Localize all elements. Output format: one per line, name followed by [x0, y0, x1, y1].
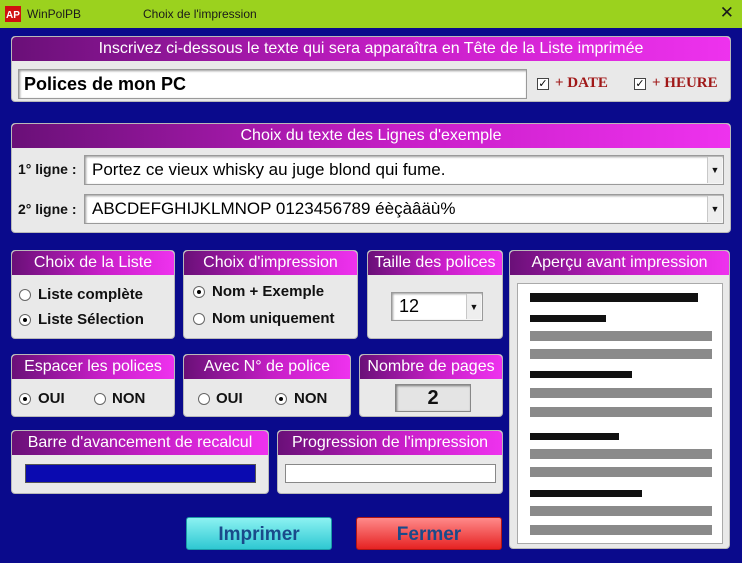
line1-select-value: Portez ce vieux whisky au juge blond qui…	[92, 160, 446, 179]
window-title: Choix de l'impression	[143, 7, 257, 21]
line1-label: 1° ligne :	[18, 161, 77, 177]
preview-font-name	[530, 490, 642, 497]
list-selection-label[interactable]: Liste Sélection	[38, 311, 144, 328]
print-choice-heading: Choix d'impression	[184, 251, 357, 275]
preview-sample-line	[530, 449, 712, 459]
font-number-yes-radio[interactable]	[198, 393, 210, 405]
recalc-progress-heading: Barre d'avancement de recalcul	[12, 431, 268, 455]
list-selection-radio[interactable]	[19, 314, 31, 326]
name-example-label[interactable]: Nom + Exemple	[212, 283, 324, 300]
header-text-heading: Inscrivez ci-dessous le texte qui sera a…	[12, 37, 730, 61]
spacing-no-label[interactable]: NON	[112, 390, 145, 407]
list-complete-label[interactable]: Liste complète	[38, 286, 143, 303]
name-only-radio[interactable]	[193, 313, 205, 325]
list-choice-panel: Choix de la Liste Liste complète Liste S…	[11, 250, 175, 339]
page-count-heading: Nombre de pages	[360, 355, 502, 379]
font-number-heading: Avec N° de police	[184, 355, 350, 379]
sample-lines-panel: Choix du texte des Lignes d'exemple 1° l…	[11, 123, 731, 233]
app-logo-icon: AP	[5, 6, 21, 22]
line2-select-value: ABCDEFGHIJKLMNOP 0123456789 éèçàâäù%	[92, 199, 456, 218]
preview-sample-line	[530, 506, 712, 516]
spacing-yes-radio[interactable]	[19, 393, 31, 405]
print-progress-panel: Progression de l'impression	[277, 430, 503, 494]
font-number-no-radio[interactable]	[275, 393, 287, 405]
preview-title-line	[530, 293, 698, 302]
preview-panel: Aperçu avant impression	[509, 250, 730, 549]
print-progress-heading: Progression de l'impression	[278, 431, 502, 455]
font-size-value: 12	[399, 296, 420, 316]
spacing-heading: Espacer les polices	[12, 355, 174, 379]
list-choice-heading: Choix de la Liste	[12, 251, 174, 275]
header-text-panel: Inscrivez ci-dessous le texte qui sera a…	[11, 36, 731, 102]
recalc-progress-fill	[26, 465, 255, 482]
font-size-heading: Taille des polices	[368, 251, 502, 275]
font-size-select[interactable]: 12 ▼	[391, 292, 483, 321]
preview-sample-line	[530, 407, 712, 417]
time-checkbox[interactable]: ✓	[634, 78, 646, 90]
preview-font-name	[530, 433, 619, 440]
page-count-value: 2	[395, 384, 471, 412]
time-checkbox-label: + HEURE	[652, 75, 718, 91]
line2-label: 2° ligne :	[18, 201, 77, 217]
font-number-no-label[interactable]: NON	[294, 390, 327, 407]
print-button[interactable]: Imprimer	[186, 517, 332, 550]
preview-sample-line	[530, 525, 712, 535]
line1-select[interactable]: Portez ce vieux whisky au juge blond qui…	[84, 155, 724, 185]
list-complete-radio[interactable]	[19, 289, 31, 301]
preview-font-name	[530, 315, 606, 322]
preview-sample-line	[530, 331, 712, 341]
app-name: WinPolPB	[27, 7, 82, 21]
chevron-down-icon[interactable]: ▼	[466, 294, 481, 319]
line2-select[interactable]: ABCDEFGHIJKLMNOP 0123456789 éèçàâäù% ▼	[84, 194, 724, 224]
date-checkbox-label: + DATE	[555, 75, 608, 91]
preview-page	[517, 283, 723, 544]
name-only-label[interactable]: Nom uniquement	[212, 310, 335, 327]
close-icon[interactable]: ✕	[720, 3, 734, 23]
name-example-radio[interactable]	[193, 286, 205, 298]
date-checkbox[interactable]: ✓	[537, 78, 549, 90]
preview-sample-line	[530, 467, 712, 477]
preview-sample-line	[530, 349, 712, 359]
recalc-progress-panel: Barre d'avancement de recalcul	[11, 430, 269, 494]
title-bar: AP WinPolPB Choix de l'impression ✕	[0, 0, 742, 28]
svg-text:AP: AP	[6, 10, 20, 21]
preview-sample-line	[530, 388, 712, 398]
sample-lines-heading: Choix du texte des Lignes d'exemple	[12, 124, 730, 148]
spacing-no-radio[interactable]	[94, 393, 106, 405]
print-progress-bar	[285, 464, 496, 483]
font-size-panel: Taille des polices 12 ▼	[367, 250, 503, 339]
spacing-yes-label[interactable]: OUI	[38, 390, 65, 407]
font-number-yes-label[interactable]: OUI	[216, 390, 243, 407]
header-text-input[interactable]: Polices de mon PC	[18, 69, 527, 99]
chevron-down-icon[interactable]: ▼	[707, 157, 722, 183]
chevron-down-icon[interactable]: ▼	[707, 196, 722, 222]
page-count-panel: Nombre de pages 2	[359, 354, 503, 417]
font-number-panel: Avec N° de police OUI NON	[183, 354, 351, 417]
preview-font-name	[530, 371, 632, 378]
print-choice-panel: Choix d'impression Nom + Exemple Nom uni…	[183, 250, 358, 339]
close-button[interactable]: Fermer	[356, 517, 502, 550]
preview-heading: Aperçu avant impression	[510, 251, 729, 275]
recalc-progress-bar	[25, 464, 256, 483]
spacing-panel: Espacer les polices OUI NON	[11, 354, 175, 417]
